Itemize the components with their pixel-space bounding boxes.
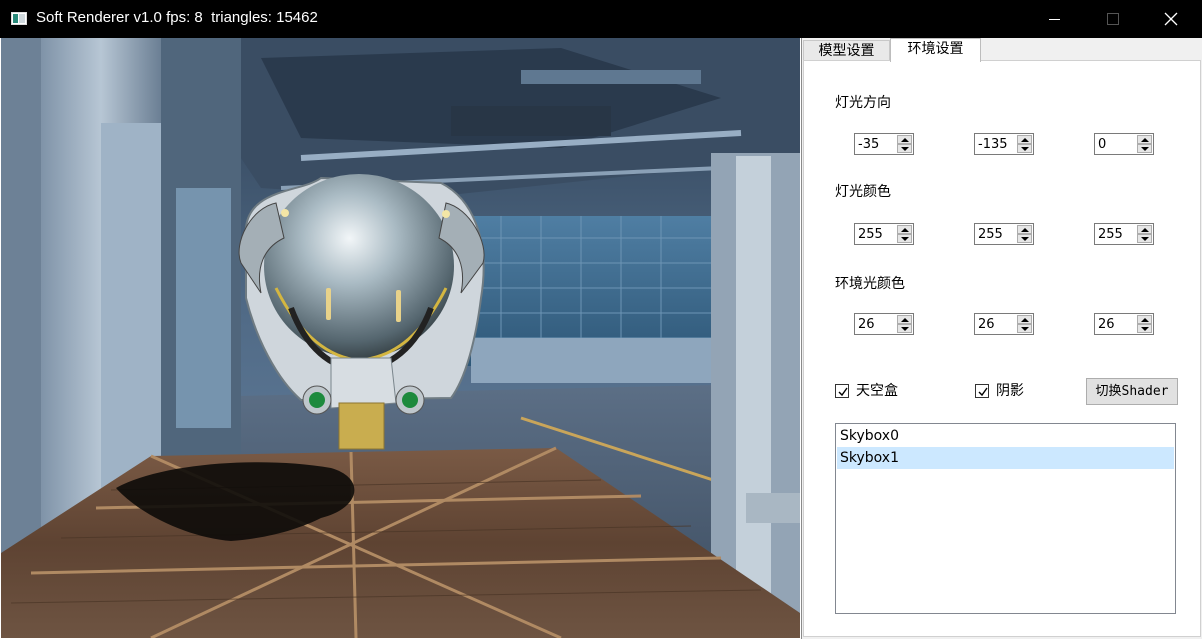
checkbox-box[interactable] — [975, 384, 989, 398]
close-icon — [1164, 12, 1178, 26]
light-direction-z-input[interactable] — [1095, 134, 1137, 154]
tab-environment-settings[interactable]: 环境设置 — [890, 38, 981, 62]
app-window: Soft Renderer v1.0 fps: 8 triangles: 154… — [0, 0, 1202, 639]
rendered-scene — [1, 38, 800, 638]
app-icon — [11, 12, 27, 25]
light-direction-label: 灯光方向 — [835, 95, 891, 111]
tab-model-settings[interactable]: 模型设置 — [803, 40, 890, 61]
maximize-button[interactable] — [1084, 0, 1142, 38]
list-item-skybox0[interactable]: Skybox0 — [837, 425, 1174, 447]
skybox-list[interactable]: Skybox0 Skybox1 — [835, 423, 1176, 614]
minimize-button[interactable] — [1026, 0, 1084, 38]
switch-shader-button[interactable]: 切换Shader — [1086, 378, 1178, 405]
light-color-g-input[interactable] — [975, 224, 1017, 244]
ambient-color-b-input[interactable] — [1095, 314, 1137, 334]
environment-settings-page: 灯光方向 灯光颜色 — [803, 60, 1201, 637]
spin-down-arrow-icon[interactable] — [897, 324, 912, 333]
list-item-skybox1[interactable]: Skybox1 — [837, 447, 1174, 469]
spin-down-arrow-icon[interactable] — [1017, 144, 1032, 153]
spin-up-arrow-icon[interactable] — [1017, 225, 1032, 234]
title-bar[interactable]: Soft Renderer v1.0 fps: 8 triangles: 154… — [0, 0, 1202, 38]
spin-up-arrow-icon[interactable] — [1017, 315, 1032, 324]
ambient-color-label: 环境光颜色 — [835, 276, 905, 292]
spin-down-arrow-icon[interactable] — [1017, 324, 1032, 333]
skybox-checkbox-label[interactable]: 天空盒 — [856, 382, 898, 400]
light-direction-x-input[interactable] — [855, 134, 897, 154]
spin-down-arrow-icon[interactable] — [1017, 234, 1032, 243]
spin-up-arrow-icon[interactable] — [1017, 135, 1032, 144]
checkmark-icon — [978, 387, 988, 397]
spin-up-arrow-icon[interactable] — [1137, 135, 1152, 144]
checkbox-box[interactable] — [835, 384, 849, 398]
light-direction-z-spinbox[interactable] — [1094, 133, 1154, 155]
ambient-color-g-input[interactable] — [975, 314, 1017, 334]
spin-down-arrow-icon[interactable] — [1137, 324, 1152, 333]
checkmark-icon — [838, 387, 848, 397]
spin-down-arrow-icon[interactable] — [1137, 234, 1152, 243]
light-color-label: 灯光颜色 — [835, 184, 891, 200]
ambient-color-g-spinbox[interactable] — [974, 313, 1034, 335]
spin-up-arrow-icon[interactable] — [897, 225, 912, 234]
shadow-checkbox-label[interactable]: 阴影 — [996, 382, 1024, 400]
skybox-checkbox[interactable]: 天空盒 — [835, 382, 915, 400]
spin-up-arrow-icon[interactable] — [897, 135, 912, 144]
light-direction-y-input[interactable] — [975, 134, 1017, 154]
spin-up-arrow-icon[interactable] — [1137, 225, 1152, 234]
light-color-b-spinbox[interactable] — [1094, 223, 1154, 245]
shadow-checkbox[interactable]: 阴影 — [975, 382, 1045, 400]
settings-panel: 模型设置 环境设置 灯光方向 灯光颜色 — [801, 38, 1202, 639]
light-color-g-spinbox[interactable] — [974, 223, 1034, 245]
spin-up-arrow-icon[interactable] — [897, 315, 912, 324]
spin-down-arrow-icon[interactable] — [1137, 144, 1152, 153]
light-direction-y-spinbox[interactable] — [974, 133, 1034, 155]
window-title: Soft Renderer v1.0 fps: 8 triangles: 154… — [36, 9, 318, 26]
spin-up-arrow-icon[interactable] — [1137, 315, 1152, 324]
ambient-color-b-spinbox[interactable] — [1094, 313, 1154, 335]
render-viewport[interactable] — [1, 38, 800, 638]
light-color-r-input[interactable] — [855, 224, 897, 244]
light-direction-x-spinbox[interactable] — [854, 133, 914, 155]
ambient-color-r-input[interactable] — [855, 314, 897, 334]
spin-down-arrow-icon[interactable] — [897, 234, 912, 243]
tab-bar: 模型设置 环境设置 — [802, 38, 1202, 62]
spin-down-arrow-icon[interactable] — [897, 144, 912, 153]
close-button[interactable] — [1142, 0, 1200, 38]
light-color-b-input[interactable] — [1095, 224, 1137, 244]
light-color-r-spinbox[interactable] — [854, 223, 914, 245]
ambient-color-r-spinbox[interactable] — [854, 313, 914, 335]
